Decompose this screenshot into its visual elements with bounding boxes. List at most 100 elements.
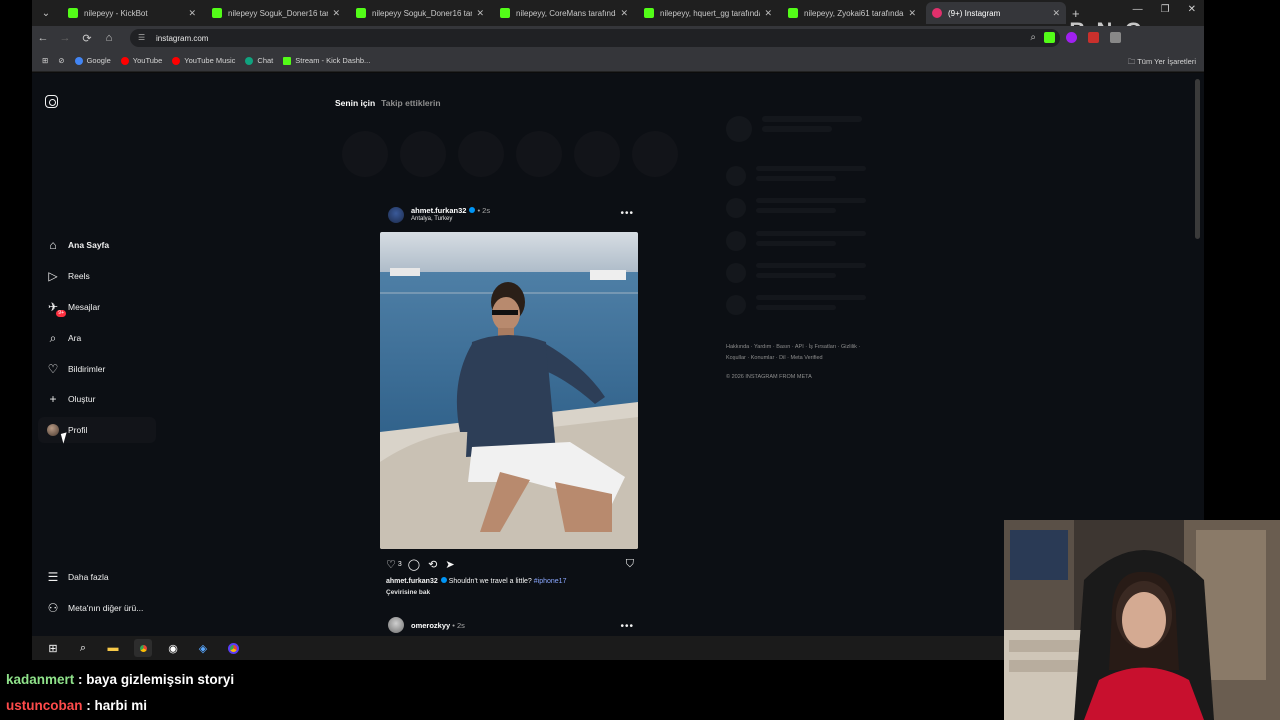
- sidebar-item-label: Oluştur: [68, 394, 96, 404]
- meta-icon: ⚇: [47, 601, 59, 615]
- close-icon[interactable]: ✕: [332, 8, 340, 19]
- extension-icon[interactable]: [1044, 32, 1055, 43]
- sidebar-item-search[interactable]: ⌕ Ara: [38, 325, 156, 351]
- sidebar-item-home[interactable]: ⌂ Ana Sayfa: [38, 232, 156, 258]
- tab-title: nilepeyy Soguk_Doner16 tarafı: [372, 8, 473, 18]
- save-icon[interactable]: ⛉: [626, 558, 634, 571]
- url-text: instagram.com: [156, 33, 209, 43]
- more-options-icon[interactable]: •••: [620, 621, 634, 632]
- extensions-puzzle-icon[interactable]: [1110, 32, 1121, 43]
- post-time: • 2s: [452, 621, 465, 630]
- close-window-button[interactable]: ✕: [1188, 4, 1196, 15]
- sidebar-item-label: Mesajlar: [68, 302, 101, 312]
- sidebar-item-create[interactable]: + Oluştur: [38, 386, 156, 412]
- all-bookmarks[interactable]: 🗀 Tüm Yer İşaretleri: [1128, 56, 1196, 69]
- post-image[interactable]: [380, 232, 638, 549]
- instagram-logo-icon[interactable]: [45, 95, 58, 108]
- like-icon[interactable]: ♡: [386, 558, 396, 571]
- search-icon[interactable]: ⌕: [74, 639, 92, 657]
- app-icon[interactable]: ◈: [194, 639, 212, 657]
- see-translation-link[interactable]: Çevirisine bak: [386, 589, 430, 596]
- bookmark-kick[interactable]: Stream - Kick Dashb...: [283, 56, 370, 65]
- zoom-icon[interactable]: ⌕: [1030, 32, 1036, 43]
- sidebar-item-label: Meta'nın diğer ürü...: [68, 603, 144, 613]
- browser-tab[interactable]: nilepeyy, hquert_gg tarafından ✕: [638, 2, 778, 24]
- browser-tab[interactable]: nilepeyy, CoreMans tarafından ✕: [494, 2, 634, 24]
- apps-icon[interactable]: ⊞: [42, 56, 48, 65]
- chat-text: : harbi mi: [86, 698, 148, 713]
- post-avatar[interactable]: [388, 617, 404, 633]
- tab-search-icon[interactable]: ⌄: [34, 3, 58, 23]
- sidebar-item-label: Bildirimler: [68, 364, 106, 374]
- story-placeholder: [342, 131, 388, 177]
- browser-tab-active[interactable]: (9+) Instagram ✕: [926, 2, 1066, 24]
- webcam-overlay: [1004, 520, 1280, 720]
- sidebar-item-notifications[interactable]: ♡ Bildirimler: [38, 356, 156, 382]
- browser-tab[interactable]: nilepeyy, Zyokai61 tarafından k ✕: [782, 2, 922, 24]
- browser-tab[interactable]: nilepeyy Soguk_Doner16 tarafı ✕: [206, 2, 346, 24]
- menu-icon: ☰: [47, 570, 59, 584]
- bookmark-label: YouTube Music: [184, 56, 236, 65]
- restore-button[interactable]: ❐: [1161, 4, 1170, 15]
- suggestion-skeleton-line: [756, 305, 836, 310]
- browser-tab[interactable]: nilepeyy Soguk_Doner16 tarafı ✕: [350, 2, 490, 24]
- messages-icon: ✈ 9+: [47, 300, 66, 317]
- footer-links-line[interactable]: Hakkında · Yardım · Basın · API · İş Fır…: [726, 342, 886, 353]
- stop-button[interactable]: ⟳: [76, 32, 98, 45]
- post-username[interactable]: ahmet.furkan32: [411, 206, 466, 215]
- story-placeholder: [516, 131, 562, 177]
- chrome-icon[interactable]: [134, 639, 152, 657]
- close-icon[interactable]: ✕: [188, 8, 196, 19]
- close-icon[interactable]: ✕: [476, 8, 484, 19]
- page-scrollbar[interactable]: [1195, 79, 1200, 239]
- suggestion-skeleton-avatar: [726, 198, 746, 218]
- chrome-profile-icon[interactable]: [224, 639, 242, 657]
- chat-username: ustuncoban: [6, 698, 83, 713]
- right-margin: [1204, 0, 1280, 520]
- close-icon[interactable]: ✕: [908, 8, 916, 19]
- footer-links[interactable]: Hakkında · Yardım · Basın · API · İş Fır…: [726, 342, 886, 364]
- bookmark-youtube-music[interactable]: YouTube Music: [172, 56, 235, 65]
- more-options-icon[interactable]: •••: [620, 208, 634, 219]
- post-username[interactable]: omerozkyy: [411, 621, 450, 630]
- suggestion-skeleton-avatar: [726, 116, 752, 142]
- tab-following[interactable]: Takip ettiklerin: [381, 98, 440, 108]
- share-icon[interactable]: ➤: [445, 558, 454, 571]
- browser-tab[interactable]: nilepeyy - KickBot ✕: [62, 2, 202, 24]
- sidebar-item-profile[interactable]: Profil: [38, 417, 156, 443]
- extension-icon[interactable]: [1066, 32, 1077, 43]
- repost-icon[interactable]: ⟲: [428, 558, 437, 571]
- tab-title: nilepeyy, hquert_gg tarafından: [660, 8, 761, 18]
- site-info-icon[interactable]: ☰: [138, 33, 148, 43]
- caption-username[interactable]: ahmet.furkan32: [386, 578, 438, 585]
- bookmark-icon[interactable]: ⊘: [58, 56, 64, 65]
- tab-for-you[interactable]: Senin için: [335, 98, 375, 108]
- hashtag-link[interactable]: #iphone17: [534, 578, 567, 585]
- close-icon[interactable]: ✕: [1052, 8, 1060, 19]
- sidebar-item-reels[interactable]: ▷ Reels: [38, 263, 156, 289]
- address-bar[interactable]: ☰ instagram.com ⌕ ☆: [130, 29, 1060, 47]
- obs-icon[interactable]: ◉: [164, 639, 182, 657]
- bookmark-label: YouTube: [132, 56, 163, 65]
- home-button[interactable]: ⌂: [98, 32, 120, 44]
- close-icon[interactable]: ✕: [764, 8, 772, 19]
- footer-links-line[interactable]: Koşullar · Konumlar · Dil · Meta Verifie…: [726, 353, 886, 364]
- extension-icon[interactable]: [1088, 32, 1099, 43]
- sidebar-item-more[interactable]: ☰ Daha fazla: [38, 564, 156, 590]
- file-explorer-icon[interactable]: ▬: [104, 639, 122, 657]
- bookmark-chat[interactable]: Chat: [245, 56, 273, 65]
- post-location[interactable]: Antalya, Turkey: [411, 216, 452, 222]
- back-button[interactable]: ←: [32, 32, 54, 44]
- windows-start-icon[interactable]: ⊞: [44, 639, 62, 657]
- minimize-button[interactable]: —: [1133, 4, 1143, 15]
- forward-button[interactable]: →: [54, 32, 76, 44]
- post-avatar[interactable]: [388, 207, 404, 223]
- bookmark-youtube[interactable]: YouTube: [120, 56, 163, 65]
- post-username-row: omerozkyy • 2s: [411, 621, 465, 630]
- sidebar-item-messages[interactable]: ✈ 9+ Mesajlar: [38, 294, 156, 320]
- sidebar-item-meta[interactable]: ⚇ Meta'nın diğer ürü...: [38, 595, 156, 621]
- plus-icon: +: [49, 392, 57, 406]
- bookmark-google[interactable]: Google: [74, 56, 111, 65]
- comment-icon[interactable]: ◯: [408, 558, 420, 571]
- close-icon[interactable]: ✕: [620, 8, 628, 19]
